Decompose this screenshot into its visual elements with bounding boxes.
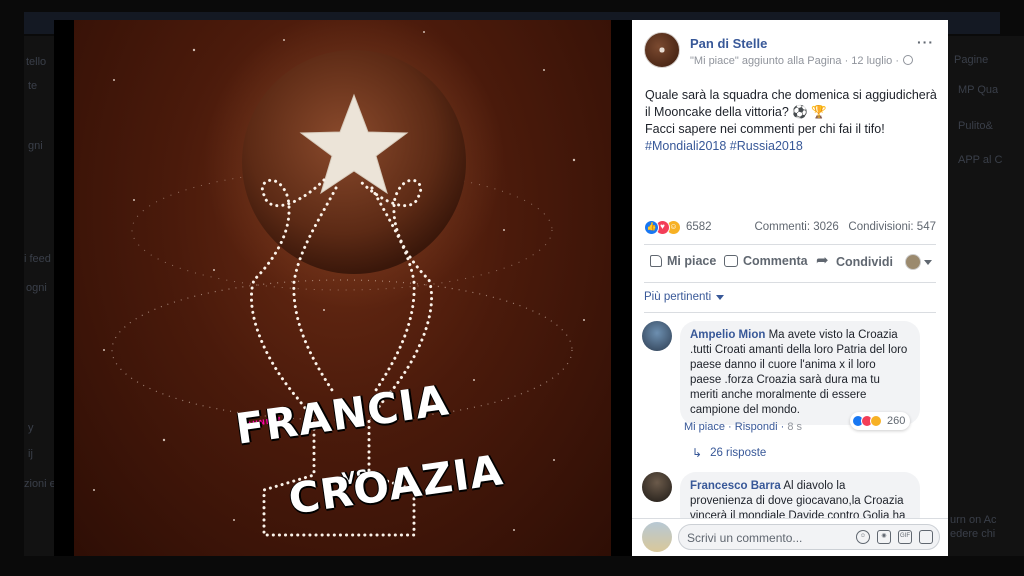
emoji-icon[interactable]: ☺ [856, 530, 870, 544]
page-name-link[interactable]: Pan di Stelle [690, 36, 767, 51]
post-text: Quale sarà la squadra che domenica si ag… [645, 87, 940, 155]
background-right-column: Pagine MP Qua Pulito& APP al C urn on Ac… [948, 36, 1024, 556]
camera-icon[interactable]: ◉ [877, 530, 891, 544]
share-icon [816, 251, 831, 269]
more-options-icon[interactable]: ··· [917, 34, 934, 50]
sticker-icon[interactable] [919, 530, 933, 544]
hashtag-link[interactable]: #Mondiali2018 [645, 139, 726, 153]
commenter-avatar[interactable] [642, 321, 672, 351]
like-reaction-icon: 👍 [644, 220, 659, 235]
gif-icon[interactable]: GIF [898, 530, 912, 544]
bg-left-text: ij [28, 448, 33, 460]
comment-reactions[interactable]: 260 [850, 412, 911, 430]
comment-composer: Scrivi un commento... ☺ ◉ GIF [632, 518, 948, 556]
page-avatar[interactable] [644, 32, 680, 68]
photo-viewer[interactable]: ROUND 7 FRANCIA VS CROAZIA [54, 20, 632, 556]
comment-like-link[interactable]: Mi piace [684, 421, 725, 433]
comment-reaction-count: 260 [887, 415, 906, 427]
bg-right-text: APP al C [958, 154, 1003, 166]
bg-right-text: Pulito& [958, 120, 993, 132]
like-button[interactable]: Mi piace [650, 254, 716, 268]
bg-left-text: y [28, 422, 34, 434]
bg-left-text: tello [26, 56, 47, 68]
view-replies-link[interactable]: ↳ 26 risposte [692, 446, 766, 460]
reaction-count: 6582 [686, 221, 712, 233]
post-text-line: Facci sapere nei commenti per chi fai il… [645, 122, 885, 136]
comment-actions: Mi piace · Rispondi · 8 s [684, 421, 803, 433]
replies-count: 26 risposte [710, 447, 767, 459]
bg-left-text: ogni [26, 282, 47, 294]
comment-button[interactable]: Commenta [724, 254, 808, 268]
comment-bubble: Ampelio Mion Ma avete visto la Croazia .… [680, 321, 920, 425]
post-header: Pan di Stelle "Mi piace" aggiunto alla P… [632, 20, 948, 80]
post-activity-text: "Mi piace" aggiunto alla Pagina · 12 lug… [690, 55, 899, 67]
haha-reaction-icon [870, 415, 882, 427]
bg-left-text: gni [28, 140, 43, 152]
comment-author-link[interactable]: Ampelio Mion [690, 329, 765, 341]
composer-icons: ☺ ◉ GIF [856, 530, 933, 544]
comment-timestamp[interactable]: 8 s [787, 421, 802, 433]
bg-left-text: i feed [24, 253, 51, 265]
sort-label: Più pertinenti [644, 291, 712, 303]
share-label: Condividi [836, 254, 893, 269]
thumbs-up-icon [650, 255, 662, 267]
comment-share-counts: Commenti: 3026 Condivisioni: 547 [754, 221, 936, 233]
post-actions: Mi piace Commenta Condividi [644, 251, 936, 276]
profile-selector[interactable] [905, 254, 932, 270]
bg-right-text: MP Qua [958, 84, 999, 96]
post-meta: "Mi piace" aggiunto alla Pagina · 12 lug… [690, 55, 913, 67]
post-stats: 👍 ♥ ☺ 6582 Commenti: 3026 Condivisioni: … [644, 220, 936, 236]
divider [644, 312, 936, 313]
bg-right-text: Pagine [954, 54, 989, 66]
current-user-avatar [642, 522, 672, 552]
chevron-down-icon [716, 294, 725, 300]
comment-input[interactable]: Scrivi un commento... ☺ ◉ GIF [678, 524, 940, 550]
bg-right-text: edere chi [950, 528, 996, 540]
comment-count-link[interactable]: Commenti: 3026 [754, 221, 838, 233]
bg-left-text: zioni e [24, 478, 56, 490]
like-label: Mi piace [667, 254, 717, 268]
comment-label: Commenta [743, 254, 808, 268]
globe-icon [903, 55, 913, 65]
hashtag-link[interactable]: #Russia2018 [730, 139, 803, 153]
divider [644, 244, 936, 245]
post-text-line: Quale sarà la squadra che domenica si ag… [645, 88, 937, 119]
commenter-avatar[interactable] [642, 472, 672, 502]
comment-placeholder: Scrivi un commento... [687, 531, 803, 545]
profile-avatar [905, 254, 921, 270]
post-image: ROUND 7 FRANCIA VS CROAZIA [74, 20, 611, 556]
reply-arrow-icon: ↳ [692, 446, 703, 460]
comment-author-link[interactable]: Francesco Barra [690, 480, 781, 492]
divider [644, 282, 936, 283]
share-button[interactable]: Condividi [816, 251, 893, 269]
comment-reply-link[interactable]: Rispondi [735, 421, 778, 433]
share-count-link[interactable]: Condivisioni: 547 [848, 221, 936, 233]
bg-right-text: urn on Ac [950, 514, 997, 526]
chevron-down-icon [924, 259, 932, 265]
bg-left-text: te [28, 80, 38, 92]
comment-icon [724, 255, 738, 267]
comment-sort-dropdown[interactable]: Più pertinenti [644, 291, 725, 303]
comment-text: Ma avete visto la Croazia .tutti Croati … [690, 329, 908, 416]
post-side-panel: Pan di Stelle "Mi piace" aggiunto alla P… [632, 20, 948, 556]
